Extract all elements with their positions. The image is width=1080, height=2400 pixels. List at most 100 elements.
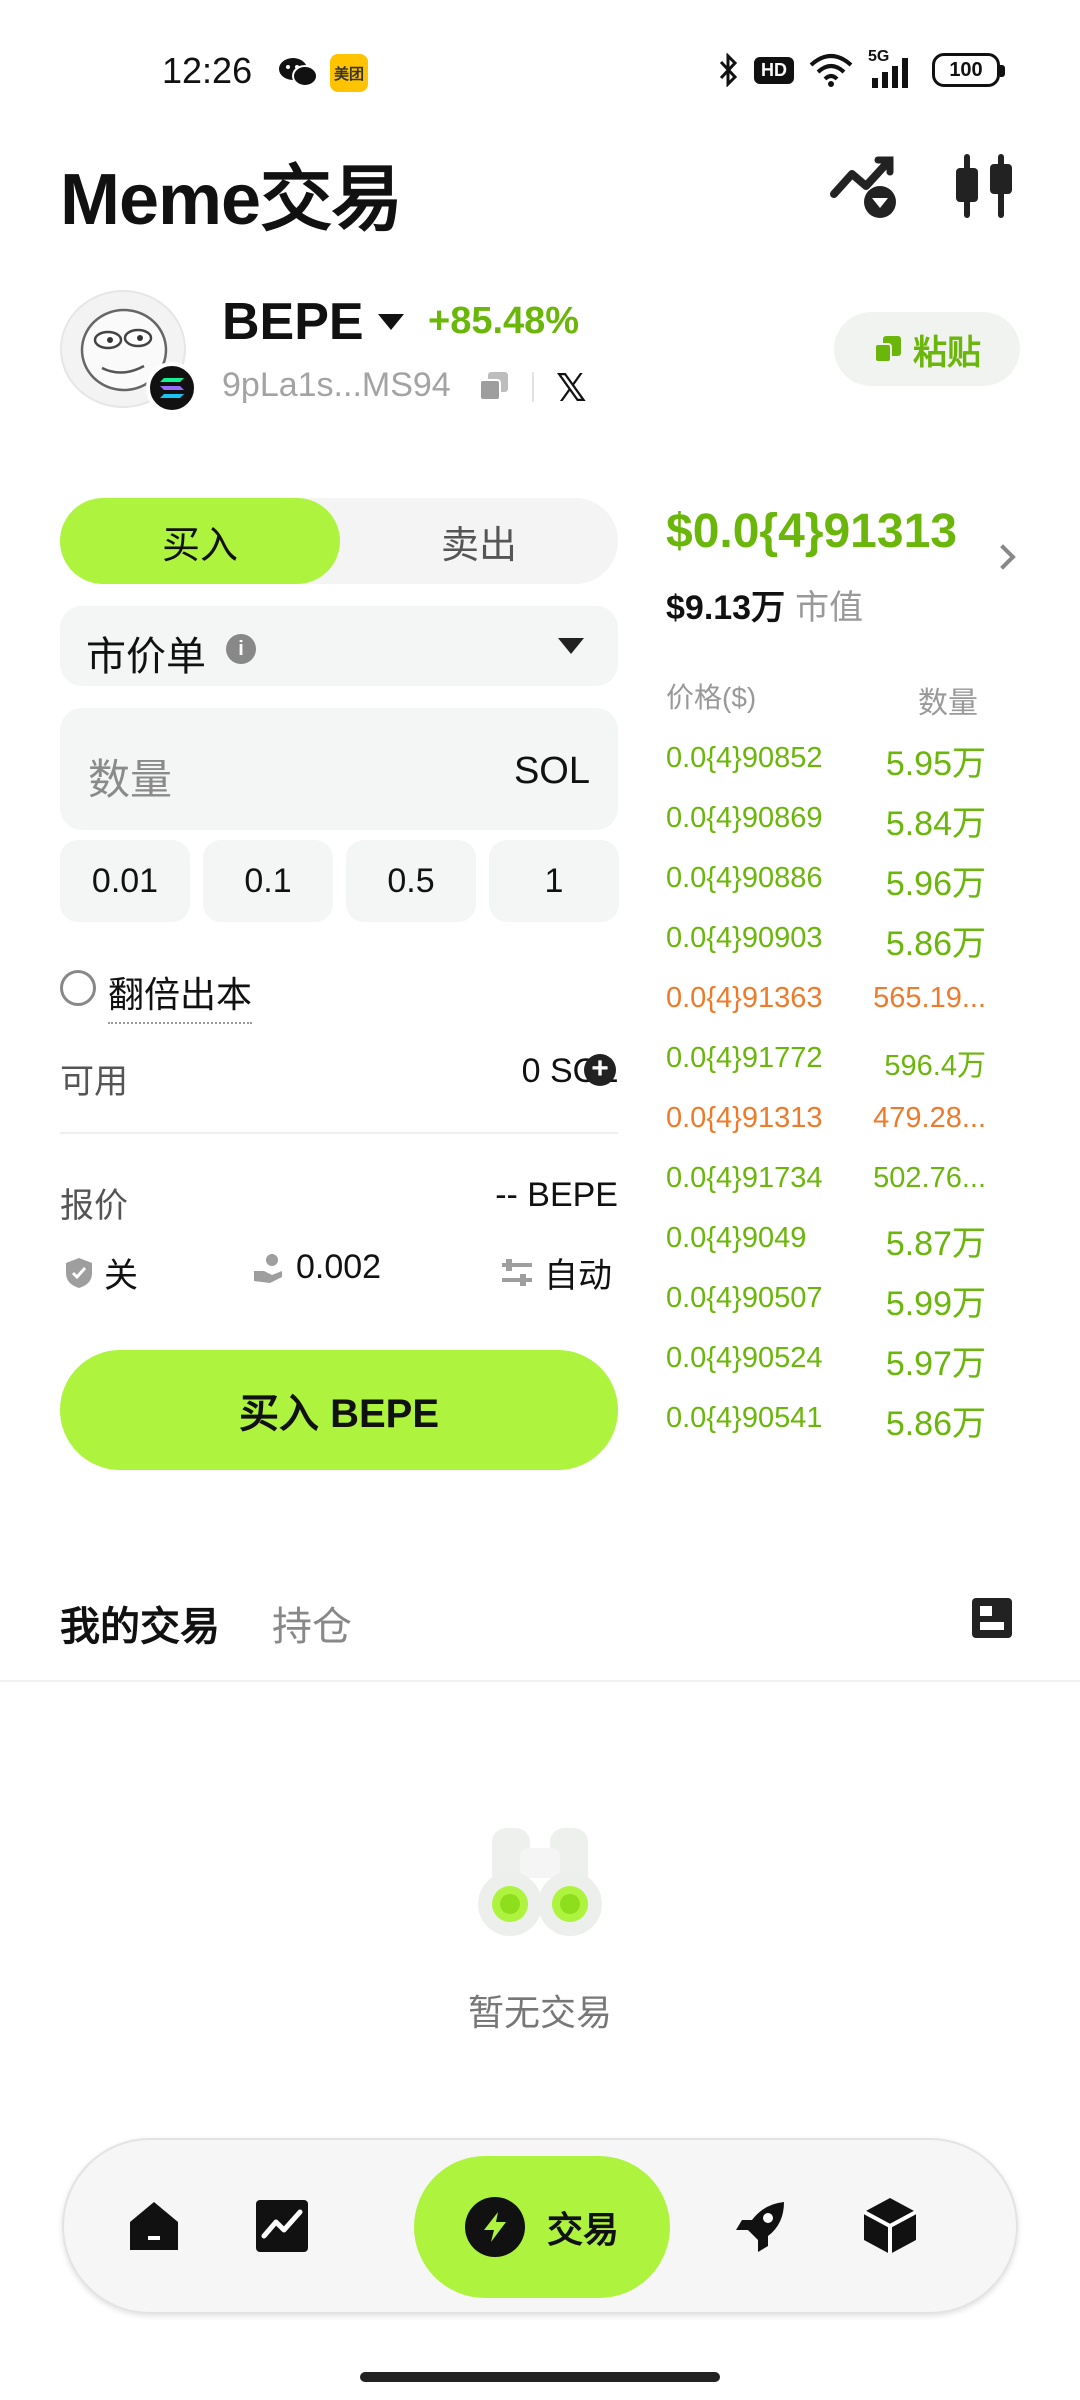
nav-trade[interactable]: 交易	[414, 2156, 670, 2298]
battery-indicator: 100	[932, 53, 1005, 87]
order-price: 0.0{4}90541	[666, 1402, 823, 1434]
empty-state-text: 暂无交易	[467, 1992, 612, 2033]
order-price: 0.0{4}90903	[666, 922, 823, 954]
paste-label: 粘贴	[913, 333, 981, 372]
divider	[0, 1680, 1080, 1682]
order-price: 0.0{4}90524	[666, 1342, 823, 1374]
order-book-price-header: 价格($)	[666, 682, 757, 713]
order-price: 0.0{4}90869	[666, 802, 823, 834]
quantity-placeholder: 数量	[88, 756, 173, 803]
order-price: 0.0{4}91313	[666, 1102, 823, 1134]
info-icon[interactable]: i	[226, 634, 256, 664]
order-qty: 5.87万	[885, 1225, 986, 1263]
quick-amount-button[interactable]: 0.01	[60, 840, 190, 922]
copy-icon[interactable]	[478, 370, 510, 402]
chevron-right-icon[interactable]	[990, 544, 1016, 570]
mev-protect-option[interactable]: 关	[64, 1248, 138, 1297]
order-qty: 5.97万	[885, 1345, 986, 1383]
order-qty: 502.76...	[873, 1162, 986, 1194]
add-funds-icon[interactable]: +	[584, 1054, 616, 1086]
token-name[interactable]: BEPE	[222, 292, 364, 352]
bluetooth-icon	[719, 53, 738, 87]
order-book-row[interactable]: 0.0{4}90852 5.95万	[666, 736, 986, 786]
binoculars-icon	[478, 1828, 602, 1936]
order-price: 0.0{4}90886	[666, 862, 823, 894]
rocket-icon[interactable]	[732, 2196, 792, 2256]
available-label: 可用	[60, 1063, 128, 1101]
layout-toggle-icon[interactable]	[972, 1598, 1012, 1638]
order-qty: 5.99万	[885, 1285, 986, 1323]
cube-icon[interactable]	[860, 2196, 920, 2256]
paste-button[interactable]: 粘贴	[834, 312, 1020, 386]
order-book-row[interactable]: 0.0{4}91772 596.4万	[666, 1036, 986, 1086]
wechat-icon	[279, 58, 318, 87]
trades-tabs: 我的交易 持仓	[60, 1594, 352, 1652]
slippage-option[interactable]: 0.002	[252, 1248, 381, 1287]
token-dropdown-caret-icon[interactable]	[378, 314, 404, 330]
buy-token-button[interactable]: 买入 BEPE	[60, 1350, 618, 1470]
page-title: Meme交易	[60, 160, 403, 240]
quick-amount-button[interactable]: 0.1	[203, 840, 333, 922]
order-qty: 5.95万	[885, 745, 986, 783]
order-book-row[interactable]: 0.0{4}91363 565.19...	[666, 976, 986, 1026]
tab-positions[interactable]: 持仓	[272, 1594, 352, 1652]
divider	[532, 372, 534, 402]
quick-amount-button[interactable]: 1	[489, 840, 619, 922]
cell-signal-icon: 5G	[868, 48, 918, 88]
slippage-icon	[254, 1253, 282, 1283]
tab-sell[interactable]: 卖出	[340, 498, 618, 584]
candlestick-icon[interactable]	[948, 150, 1020, 222]
order-book-row[interactable]: 0.0{4}90869 5.84万	[666, 796, 986, 846]
divider	[60, 1132, 618, 1134]
order-price: 0.0{4}91772	[666, 1042, 823, 1074]
order-type-select[interactable]: 市价单 i	[60, 606, 618, 686]
order-qty: 5.84万	[885, 805, 986, 843]
wifi-icon	[809, 54, 853, 87]
x-twitter-icon[interactable]: 𝕏	[556, 366, 587, 411]
home-indicator[interactable]	[360, 2372, 720, 2382]
gas-mode-option[interactable]: 自动	[500, 1248, 612, 1297]
order-price: 0.0{4}90852	[666, 742, 823, 774]
quick-amount-button[interactable]: 0.5	[346, 840, 476, 922]
status-time: 12:26	[162, 50, 253, 91]
order-book-row[interactable]: 0.0{4}90903 5.86万	[666, 916, 986, 966]
market-cap: $9.13万 市值	[666, 580, 863, 629]
tab-buy[interactable]: 买入	[60, 498, 340, 584]
last-price: $0.0{4}91313	[666, 505, 957, 558]
clipboard-icon	[874, 336, 901, 363]
nav-trade-label: 交易	[546, 2209, 619, 2250]
buy-sell-toggle: 买入 卖出	[60, 498, 618, 584]
slippage-value: 0.002	[296, 1248, 382, 1286]
market-cap-value: $9.13万	[666, 589, 786, 627]
double-out-radio[interactable]	[60, 970, 96, 1006]
order-book-row[interactable]: 0.0{4}90886 5.96万	[666, 856, 986, 906]
order-book-row[interactable]: 0.0{4}90524 5.97万	[666, 1336, 986, 1386]
mev-protect-value: 关	[104, 1257, 138, 1295]
order-price: 0.0{4}91734	[666, 1162, 823, 1194]
order-qty: 5.86万	[885, 1405, 986, 1443]
order-book-row[interactable]: 0.0{4}90541 5.86万	[666, 1396, 986, 1446]
token-price-change: +85.48%	[428, 300, 580, 342]
order-book-row[interactable]: 0.0{4}91313 479.28...	[666, 1096, 986, 1146]
order-book-row[interactable]: 0.0{4}91734 502.76...	[666, 1156, 986, 1206]
order-price: 0.0{4}9049	[666, 1222, 807, 1254]
quantity-input[interactable]: 数量 SOL	[60, 708, 618, 830]
order-book-row[interactable]: 0.0{4}9049 5.87万	[666, 1216, 986, 1266]
quote-label: 报价	[60, 1187, 128, 1225]
order-book-qty-header: 数量	[918, 687, 978, 720]
solana-chain-icon	[146, 362, 198, 414]
order-price: 0.0{4}91363	[666, 982, 823, 1014]
home-icon[interactable]	[124, 2196, 184, 2256]
order-book-row[interactable]: 0.0{4}90507 5.99万	[666, 1276, 986, 1326]
order-price: 0.0{4}90507	[666, 1282, 823, 1314]
tab-my-trades[interactable]: 我的交易	[60, 1594, 220, 1652]
trend-alert-icon[interactable]	[828, 150, 900, 222]
market-cap-label: 市值	[795, 589, 864, 627]
hd-badge: HD	[754, 56, 794, 84]
quantity-unit: SOL	[513, 750, 590, 792]
order-qty: 479.28...	[873, 1102, 986, 1134]
order-qty: 596.4万	[884, 1050, 986, 1082]
market-chart-icon[interactable]	[252, 2196, 312, 2256]
order-qty: 5.86万	[885, 925, 986, 963]
double-out-label[interactable]: 翻倍出本	[108, 966, 253, 1024]
